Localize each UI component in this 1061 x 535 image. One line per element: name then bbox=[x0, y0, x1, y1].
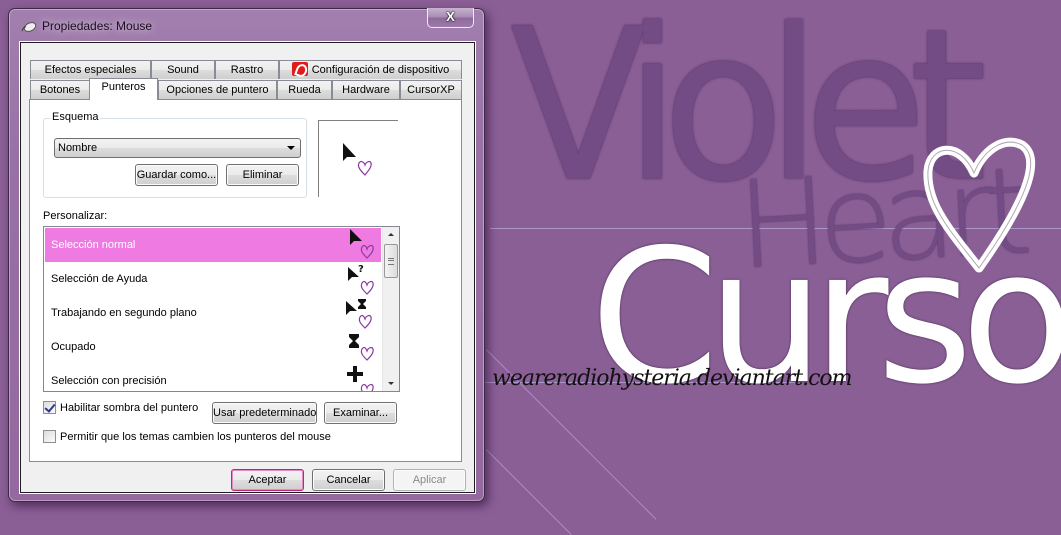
scroll-up-icon[interactable] bbox=[388, 233, 394, 236]
apply-button[interactable]: Aplicar bbox=[393, 469, 466, 491]
list-item-label: Selección de Ayuda bbox=[51, 273, 148, 285]
svg-text:?: ? bbox=[358, 264, 364, 275]
tab-punteros[interactable]: Punteros bbox=[89, 78, 158, 100]
scheme-select-value: Nombre bbox=[58, 142, 98, 154]
dialog-client-area: Efectos especiales Sound Rastro Configur… bbox=[20, 42, 475, 493]
list-item-label: Trabajando en segundo plano bbox=[51, 307, 197, 319]
shadow-checkbox-label: Habilitar sombra del puntero bbox=[60, 401, 199, 414]
help-arrow-heart-cursor-icon: ? bbox=[348, 264, 374, 295]
themes-checkbox[interactable] bbox=[43, 430, 56, 443]
tab-rastro[interactable]: Rastro bbox=[215, 60, 279, 79]
use-default-button[interactable]: Usar predeterminado bbox=[212, 402, 317, 424]
shadow-checkbox[interactable] bbox=[43, 401, 56, 414]
list-item-label: Ocupado bbox=[51, 341, 96, 353]
tab-efectos-especiales[interactable]: Efectos especiales bbox=[30, 60, 151, 79]
artwork-url: weareradiohysteria.deviantart.com bbox=[492, 366, 852, 391]
list-item-label: Selección normal bbox=[51, 239, 136, 251]
punteros-panel: Esquema Nombre Guardar como... Eliminar … bbox=[29, 99, 462, 462]
tab-sound[interactable]: Sound bbox=[151, 60, 215, 79]
device-settings-icon bbox=[291, 62, 308, 76]
scroll-down-icon[interactable] bbox=[388, 382, 394, 385]
list-item[interactable]: Selección de Ayuda ? bbox=[45, 262, 381, 296]
scheme-select[interactable]: Nombre bbox=[54, 138, 301, 158]
scheme-group-label: Esquema bbox=[50, 111, 101, 123]
list-scrollbar[interactable] bbox=[382, 227, 399, 391]
delete-button[interactable]: Eliminar bbox=[226, 164, 299, 186]
cancel-button[interactable]: Cancelar bbox=[312, 469, 385, 491]
crosshair-heart-cursor-icon bbox=[347, 366, 374, 391]
scroll-thumb[interactable] bbox=[384, 244, 398, 278]
browse-button[interactable]: Examinar... bbox=[324, 402, 397, 424]
shadow-checkbox-row[interactable]: Habilitar sombra del puntero bbox=[43, 401, 198, 414]
tab-configuracion-dispositivo[interactable]: Configuración de dispositivo bbox=[279, 60, 462, 79]
hourglass-heart-cursor-icon bbox=[349, 334, 374, 361]
list-item[interactable]: Ocupado bbox=[45, 330, 381, 364]
tab-opciones-de-puntero[interactable]: Opciones de puntero bbox=[158, 80, 277, 99]
chevron-down-icon bbox=[287, 146, 295, 150]
themes-checkbox-label: Permitir que los temas cambien los punte… bbox=[60, 430, 331, 443]
arrow-heart-cursor-icon bbox=[350, 229, 374, 259]
cursor-list: Selección normal Selección de Ayuda ? Tr… bbox=[43, 226, 400, 392]
list-item[interactable]: Selección normal bbox=[45, 228, 381, 262]
list-item[interactable]: Selección con precisión bbox=[45, 364, 381, 391]
ok-button[interactable]: Aceptar bbox=[231, 469, 304, 491]
list-item[interactable]: Trabajando en segundo plano bbox=[45, 296, 381, 330]
mouse-properties-window: Propiedades: Mouse X Efectos especiales … bbox=[8, 8, 485, 502]
tab-cursorxp[interactable]: CursorXP bbox=[400, 80, 462, 99]
scheme-group: Esquema Nombre Guardar como... Eliminar bbox=[43, 111, 307, 198]
arrow-heart-cursor-icon bbox=[343, 143, 372, 176]
tab-label: Configuración de dispositivo bbox=[311, 64, 450, 76]
tab-rueda[interactable]: Rueda bbox=[277, 80, 332, 99]
themes-checkbox-row[interactable]: Permitir que los temas cambien los punte… bbox=[43, 430, 331, 443]
working-arrow-heart-cursor-icon bbox=[346, 299, 372, 329]
tab-hardware[interactable]: Hardware bbox=[332, 80, 400, 99]
list-item-label: Selección con precisión bbox=[51, 375, 167, 387]
customize-label: Personalizar: bbox=[43, 210, 108, 222]
background-diagonal bbox=[486, 449, 572, 535]
cursor-preview bbox=[318, 120, 398, 197]
mouse-icon bbox=[21, 22, 37, 32]
tab-botones[interactable]: Botones bbox=[30, 80, 90, 99]
window-title: Propiedades: Mouse bbox=[42, 19, 153, 33]
save-as-button[interactable]: Guardar como... bbox=[135, 164, 218, 186]
close-button[interactable]: X bbox=[427, 8, 474, 28]
